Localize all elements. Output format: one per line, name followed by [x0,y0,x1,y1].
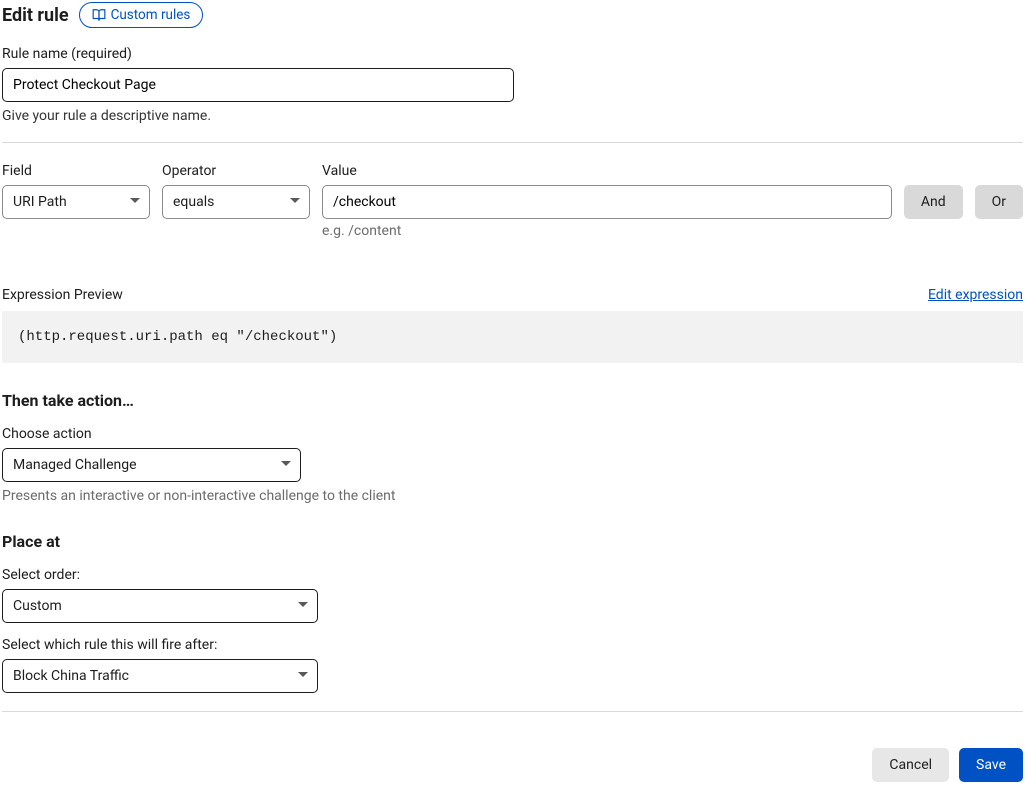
field-select[interactable]: URI Path [2,185,150,219]
value-input[interactable] [322,185,892,219]
fire-after-value: Block China Traffic [13,668,129,684]
value-label: Value [322,163,892,179]
save-button[interactable]: Save [959,748,1023,782]
fire-after-label: Select which rule this will fire after: [2,637,1023,653]
expression-preview-label: Expression Preview [2,287,123,303]
order-value: Custom [13,598,62,614]
custom-rules-badge[interactable]: Custom rules [79,2,204,28]
value-hint: e.g. /content [322,223,892,239]
divider [2,142,1023,143]
rule-name-input[interactable] [2,68,514,102]
select-order-label: Select order: [2,567,1023,583]
edit-expression-link[interactable]: Edit expression [928,287,1023,303]
rule-name-label: Rule name (required) [2,46,1023,62]
order-select[interactable]: Custom [2,589,318,623]
rule-name-helper: Give your rule a descriptive name. [2,108,1023,124]
then-take-action-title: Then take action… [2,391,1023,410]
field-label: Field [2,163,150,179]
operator-label: Operator [162,163,310,179]
and-button[interactable]: And [904,185,963,219]
divider [2,711,1023,712]
operator-value: equals [173,194,214,210]
action-select[interactable]: Managed Challenge [2,448,301,482]
place-at-title: Place at [2,532,1023,551]
badge-label: Custom rules [111,7,191,23]
fire-after-select[interactable]: Block China Traffic [2,659,318,693]
choose-action-label: Choose action [2,426,1023,442]
operator-select[interactable]: equals [162,185,310,219]
cancel-button[interactable]: Cancel [872,748,949,782]
page-title: Edit rule [2,5,69,26]
field-value: URI Path [13,194,67,210]
or-button[interactable]: Or [975,185,1023,219]
action-value: Managed Challenge [13,457,137,473]
book-icon [92,8,106,22]
expression-preview: (http.request.uri.path eq "/checkout") [2,311,1023,363]
action-helper: Presents an interactive or non-interacti… [2,488,1023,504]
